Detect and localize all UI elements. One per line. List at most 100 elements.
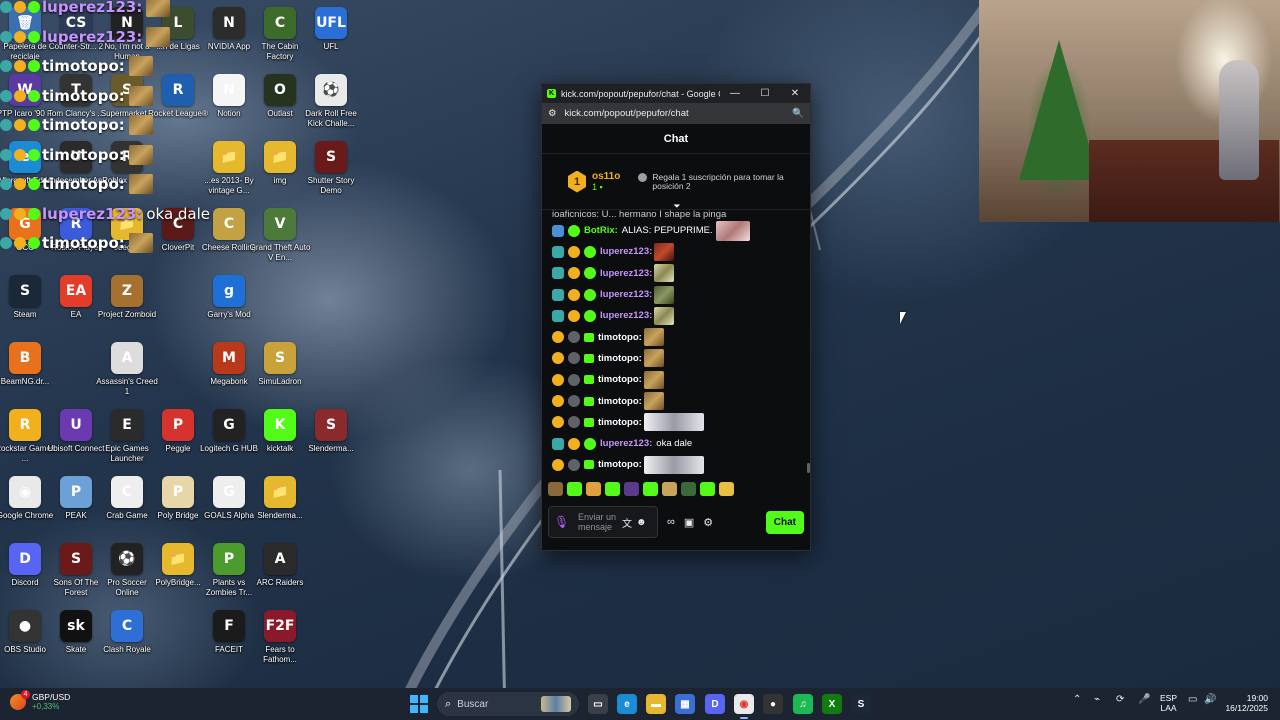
quick-emote[interactable] [681,482,696,496]
chat-emote[interactable] [643,370,664,389]
chrome-taskbar-icon[interactable]: ◉ [734,694,754,719]
network-tray-icon[interactable]: ⌁ [1094,694,1100,705]
mic-tray-icon[interactable]: 🎤 [1138,694,1150,705]
chat-username[interactable]: timotopo: [598,353,642,364]
chat-username[interactable]: timotopo: [598,374,642,385]
store-taskbar-icon[interactable]: ▦ [675,694,695,714]
spotify-taskbar-icon[interactable]: ♫ [793,694,813,714]
quick-emote[interactable] [719,482,734,496]
chat-message[interactable]: luperez123: [552,241,800,262]
xbox-taskbar-icon[interactable]: X [822,694,842,714]
chat-username[interactable]: BotRix: [584,225,618,236]
obs-taskbar-icon[interactable]: ● [763,694,783,714]
chat-message[interactable]: luperez123: [552,263,800,284]
chat-emote[interactable] [643,413,704,432]
chat-message[interactable]: luperez123: [552,284,800,305]
chat-emote[interactable] [643,328,664,347]
desktop-icon[interactable]: F2F Fears to Fathom... [249,608,311,670]
chat-username[interactable]: timotopo: [598,417,642,428]
edge-taskbar-icon[interactable]: e [617,694,637,714]
kick-points-icon[interactable]: ∞ [667,516,675,528]
quick-emote[interactable] [586,482,601,496]
address-bar[interactable]: ⚙ kick.com/popout/pepufor/chat 🔍 [542,103,810,124]
chat-message[interactable]: luperez123: [552,305,800,326]
desktop-icon[interactable]: g Garry's Mod [198,273,260,335]
quick-emote[interactable] [548,482,563,496]
chat-username[interactable]: luperez123: [600,246,652,257]
desktop-icon[interactable]: UFL UFL [300,5,362,67]
file-explorer-icon[interactable]: ▬ [646,694,666,714]
desktop-icon[interactable]: B BeamNG.dr... [0,340,56,402]
language-indicator[interactable]: ESP LAA [1160,693,1177,713]
chat-username[interactable]: timotopo: [598,459,642,470]
chat-username[interactable]: timotopo: [598,332,642,343]
quick-emote[interactable] [567,482,582,496]
chat-username[interactable]: luperez123: [600,289,652,300]
discord-taskbar-icon[interactable]: D [705,694,725,714]
zoom-icon[interactable]: 🔍 [792,108,804,119]
chat-username[interactable]: luperez123: [600,310,652,321]
weather-stock-widget[interactable]: 4 GBP/USD +0,33% [10,689,70,711]
chat-emote[interactable] [654,285,675,304]
chat-emote[interactable] [654,264,675,283]
task-view-icon[interactable]: ▭ [588,694,608,714]
taskbar-clock[interactable]: 19:00 16/12/2025 [1222,693,1268,713]
chat-emote[interactable] [643,349,664,368]
desktop-icon[interactable]: S Slenderma... [300,407,362,469]
taskbar-search[interactable]: ⌕ Buscar [437,692,579,716]
quick-emote[interactable] [643,482,658,496]
chat-message[interactable]: timotopo: [552,369,800,390]
desktop-icon[interactable]: S Shutter Story Demo [300,139,362,201]
chat-settings-icon[interactable]: ⚙ [703,516,713,529]
gifter-name[interactable]: os11o [592,171,620,182]
chrome-popup-window[interactable]: K kick.com/popout/pepufor/chat - Google … [541,83,811,551]
chat-emote[interactable] [643,392,664,411]
translate-icon[interactable]: 文 [622,515,632,530]
chat-emote[interactable] [654,306,675,325]
chat-emote[interactable] [643,455,704,474]
chat-scrollbar[interactable] [807,463,810,473]
quick-emote[interactable] [605,482,620,496]
chat-username[interactable]: luperez123: [600,438,652,449]
chat-message[interactable]: timotopo: [552,348,800,369]
chat-message[interactable]: timotopo: [552,412,800,433]
desktop-icon[interactable]: A ARC Raiders [249,541,311,603]
minimize-button[interactable]: — [720,88,750,99]
send-chat-button[interactable]: Chat [765,510,804,534]
chat-message[interactable]: timotopo: [552,326,800,347]
pinned-gift-banner[interactable]: 1 os11o 1 ▪ Regala 1 suscripción para to… [542,154,810,211]
window-titlebar[interactable]: K kick.com/popout/pepufor/chat - Google … [542,84,810,103]
desktop-icon[interactable]: V Grand Theft Auto V En... [249,206,311,268]
chat-emote[interactable] [654,242,675,261]
quick-emote[interactable] [662,482,677,496]
chat-username[interactable]: luperez123: [600,268,652,279]
quick-emote[interactable] [700,482,715,496]
chat-message-list[interactable]: ioaficnicos: U... hermano I shape la pin… [542,210,810,476]
desktop-icon[interactable]: S SimuLadron [249,340,311,402]
desktop-icon[interactable]: Z Project Zomboid [96,273,158,335]
chat-username[interactable]: timotopo: [598,396,642,407]
mic-icon[interactable]: 🎙 [554,515,569,529]
desktop-icon[interactable]: A Assassin's Creed 1 [96,340,158,402]
emoji-icon[interactable]: ☻ [636,517,647,528]
chat-message[interactable]: BotRix: ALIAS: PEPUPRIME. [552,220,800,241]
start-button[interactable] [410,695,428,713]
site-settings-icon[interactable]: ⚙ [548,108,557,119]
close-button[interactable]: ✕ [780,88,810,99]
volume-tray-icon[interactable]: 🔊 [1204,694,1216,705]
steam-taskbar-icon[interactable]: S [851,694,871,714]
quick-emote-bar[interactable] [542,476,810,502]
chat-emote[interactable] [715,220,750,241]
tray-overflow-icon[interactable]: ⌃ [1073,694,1081,705]
quick-emote[interactable] [624,482,639,496]
display-tray-icon[interactable]: ▭ [1188,694,1197,705]
chat-message[interactable]: timotopo: [552,454,800,475]
sync-tray-icon[interactable]: ⟳ [1116,694,1124,705]
desktop-icon[interactable]: C Clash Royale [96,608,158,670]
store-icon[interactable]: ▣ [684,516,694,529]
desktop-icon[interactable]: ⚽ Dark Roll Free Kick Challe... [300,72,362,134]
url-text[interactable]: kick.com/popout/pepufor/chat [565,108,793,119]
chat-message[interactable]: luperez123: oka dale [552,433,800,454]
chat-message[interactable]: timotopo: [552,390,800,411]
maximize-button[interactable]: ☐ [750,88,780,99]
